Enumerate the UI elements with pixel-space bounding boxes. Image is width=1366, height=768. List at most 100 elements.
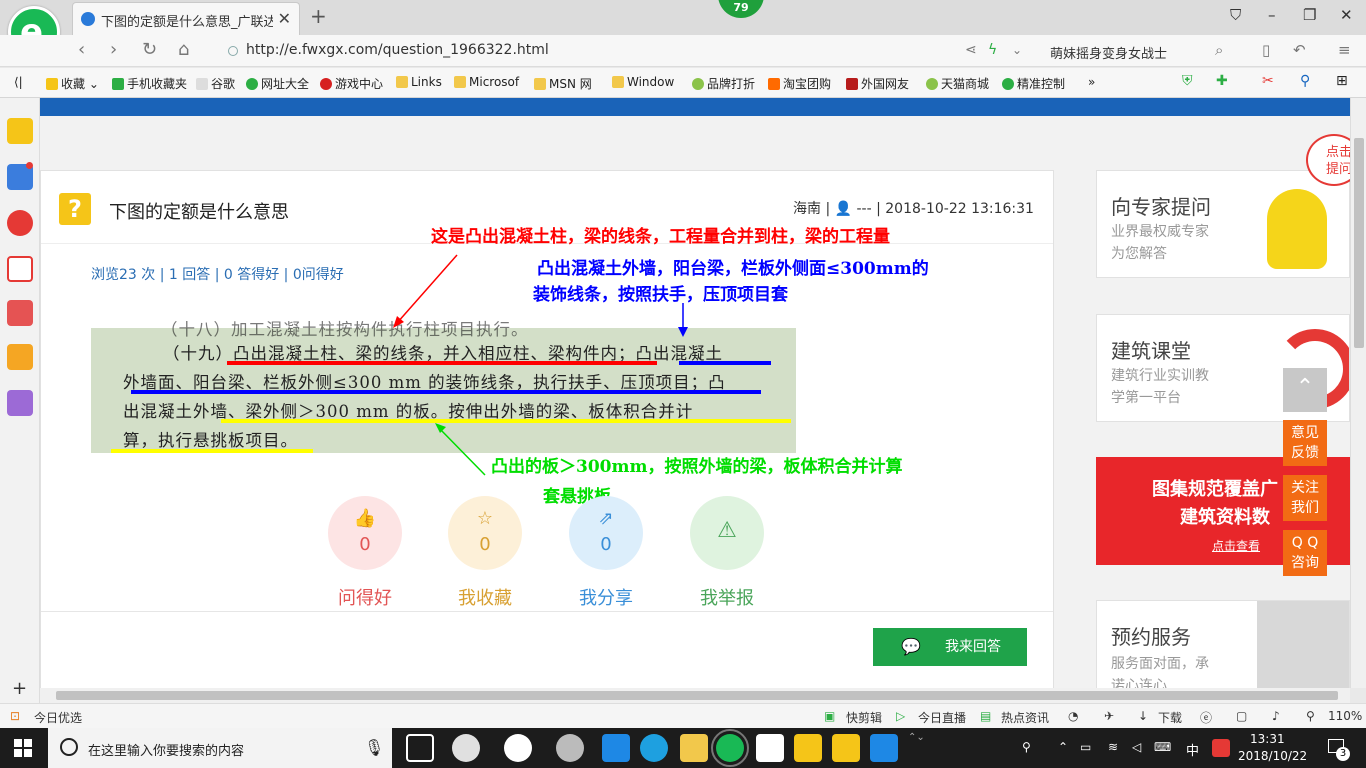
pin-icon[interactable]: ✈ xyxy=(1104,709,1114,723)
bookmark-taobao[interactable]: 淘宝团购 xyxy=(768,75,831,92)
report-circle[interactable]: ⚠ xyxy=(690,496,764,570)
zoom-level[interactable]: 110% xyxy=(1328,709,1362,723)
clock-date[interactable]: 2018/10/22 xyxy=(1238,749,1307,763)
bookmark-foreign[interactable]: 外国网友 xyxy=(846,75,909,92)
microphone-icon[interactable]: 🎙 xyxy=(364,738,384,757)
favorites-star-icon[interactable] xyxy=(7,118,33,144)
bookmark-precise[interactable]: 精准控制 xyxy=(1002,75,1065,92)
internet-explorer-icon[interactable] xyxy=(640,734,668,762)
search-icon[interactable]: ⌕ xyxy=(1215,41,1223,59)
download-icon[interactable]: ↓ xyxy=(1138,709,1148,723)
person-icon[interactable]: ⚲ xyxy=(1022,740,1031,754)
vertical-scrollbar[interactable] xyxy=(1350,98,1366,688)
shield-icon[interactable]: ⛨ xyxy=(1182,73,1193,89)
bookmark-tmall[interactable]: 天猫商城 xyxy=(926,75,989,92)
power-icon[interactable]: ▭ xyxy=(1080,740,1091,754)
new-tab-button[interactable]: + xyxy=(310,4,327,28)
lightning-icon[interactable]: ϟ xyxy=(988,42,997,58)
menu-icon[interactable]: ≡ xyxy=(1338,41,1351,59)
bookmark-discount[interactable]: 品牌打折 xyxy=(692,75,755,92)
tray-expand-icon[interactable]: ⌃ xyxy=(1058,740,1068,754)
ask-expert-box[interactable]: 向专家提问 业界最权威专家 为您解答 xyxy=(1096,170,1350,278)
edge-icon[interactable] xyxy=(602,734,630,762)
bookmark-google[interactable]: 谷歌 xyxy=(196,75,235,92)
file-explorer-icon[interactable] xyxy=(680,734,708,762)
feedback-button[interactable]: 意见 反馈 xyxy=(1283,420,1327,466)
like-circle[interactable]: 👍 0 xyxy=(328,496,402,570)
scissors-icon[interactable]: ✂ xyxy=(1262,73,1274,89)
home-icon[interactable]: ⌂ xyxy=(178,39,189,60)
minimize-icon[interactable]: – xyxy=(1268,6,1276,24)
ie-edge-icon[interactable] xyxy=(504,734,532,762)
shirt-icon[interactable]: ⛉ xyxy=(1230,6,1241,24)
answer-button[interactable]: 💬 我来回答 xyxy=(873,628,1027,666)
collect-circle[interactable]: ☆ 0 xyxy=(448,496,522,570)
undo-icon[interactable]: ↶ xyxy=(1293,41,1306,59)
keyboard-icon[interactable]: ⌨ xyxy=(1154,740,1171,754)
scroll-arrows-icon[interactable]: ⌃⌄ xyxy=(908,732,925,743)
horizontal-scrollbar[interactable] xyxy=(40,688,1350,703)
speaker-icon[interactable]: ◁ xyxy=(1132,740,1141,754)
maximize-icon[interactable]: ❐ xyxy=(1303,6,1316,24)
back-icon[interactable]: ‹ xyxy=(78,39,85,60)
report-label[interactable]: 我举报 xyxy=(677,584,777,610)
apps-grid-icon[interactable]: ⊞ xyxy=(1336,73,1348,89)
follow-button[interactable]: 关注 我们 xyxy=(1283,475,1327,521)
bookmark-hao[interactable]: 网址大全 xyxy=(246,75,309,92)
bookmark-mobile[interactable]: 手机收藏夹 xyxy=(112,75,187,92)
speed-icon[interactable]: ◔ xyxy=(1068,709,1078,723)
bookmark-links[interactable]: Links xyxy=(396,75,442,89)
game-controller-icon[interactable] xyxy=(7,300,33,326)
bookmark-favorites[interactable]: 收藏 ⌄ xyxy=(46,75,99,92)
notification-center-icon[interactable]: 3 xyxy=(1326,737,1350,761)
mobile-icon[interactable]: ▯ xyxy=(1262,41,1270,59)
share-circle[interactable]: ⇗ 0 xyxy=(569,496,643,570)
share-label[interactable]: 我分享 xyxy=(556,584,656,610)
clip-icon[interactable]: ▣ xyxy=(824,709,835,723)
vertical-scroll-thumb[interactable] xyxy=(1354,138,1364,348)
taskbar-search-input[interactable]: 在这里输入你要搜索的内容 xyxy=(88,740,244,759)
tab-close-icon[interactable]: ✕ xyxy=(278,9,291,28)
browser-tab[interactable]: 下图的定额是什么意思_广联达服 ✕ xyxy=(72,2,300,35)
book-icon[interactable] xyxy=(7,344,33,370)
refresh-icon[interactable]: ↻ xyxy=(142,39,157,60)
collapse-sidebar-icon[interactable]: ⟨| xyxy=(14,75,23,89)
zoom-icon[interactable]: ⚲ xyxy=(1300,73,1310,89)
sogou-ime-icon[interactable] xyxy=(1212,739,1230,757)
quick-clip[interactable]: 快剪辑 xyxy=(846,709,882,726)
active-browser-icon[interactable] xyxy=(711,729,749,767)
translate-icon[interactable]: ✚ xyxy=(1216,73,1228,89)
window-icon[interactable]: ▢ xyxy=(1236,709,1247,723)
notification-badge[interactable]: 79 xyxy=(718,0,764,18)
share-icon[interactable]: ⋖ xyxy=(965,42,977,58)
more-bookmarks-icon[interactable]: » xyxy=(1088,75,1095,89)
taskbar-search[interactable]: 在这里输入你要搜索的内容 🎙 xyxy=(48,728,392,768)
ime-indicator[interactable]: 中 xyxy=(1186,740,1199,759)
download-label[interactable]: 下载 xyxy=(1158,709,1182,726)
help-app-icon[interactable] xyxy=(832,734,860,762)
horizontal-scroll-thumb[interactable] xyxy=(56,691,1338,700)
chevron-down-icon[interactable]: ⌄ xyxy=(1012,43,1022,57)
task-view-icon[interactable] xyxy=(406,734,434,762)
forward-icon[interactable]: › xyxy=(110,39,117,60)
address-bar[interactable]: http://e.fwxgx.com/question_1966322.html xyxy=(224,39,954,63)
comic-icon[interactable] xyxy=(7,390,33,416)
today-picks[interactable]: 今日优选 xyxy=(34,709,82,726)
speed-browser-icon[interactable] xyxy=(556,734,584,762)
volume-icon[interactable]: ♪ xyxy=(1272,709,1280,723)
add-sidebar-icon[interactable]: + xyxy=(12,678,27,699)
bookmark-microsoft[interactable]: Microsof xyxy=(454,75,519,89)
notes-app-icon[interactable] xyxy=(794,734,822,762)
back-to-top-icon[interactable]: ⌃ xyxy=(1283,368,1327,412)
booking-box[interactable]: 预约服务 服务面对面，承 诺心连心 xyxy=(1096,600,1350,688)
hot-news[interactable]: 热点资讯 xyxy=(1001,709,1049,726)
search-input[interactable]: 萌妹摇身变身女战士 xyxy=(1050,43,1167,62)
zoom-level-icon[interactable]: ⚲ xyxy=(1306,709,1315,723)
mail-icon[interactable] xyxy=(7,256,33,282)
bookmark-msn[interactable]: MSN 网 xyxy=(534,75,592,92)
news-icon[interactable]: ▤ xyxy=(980,709,991,723)
plus-app-icon[interactable] xyxy=(870,734,898,762)
collect-label[interactable]: 我收藏 xyxy=(435,584,535,610)
ie-mode-icon[interactable]: ⓔ xyxy=(1200,709,1212,726)
close-window-icon[interactable]: ✕ xyxy=(1340,6,1353,24)
